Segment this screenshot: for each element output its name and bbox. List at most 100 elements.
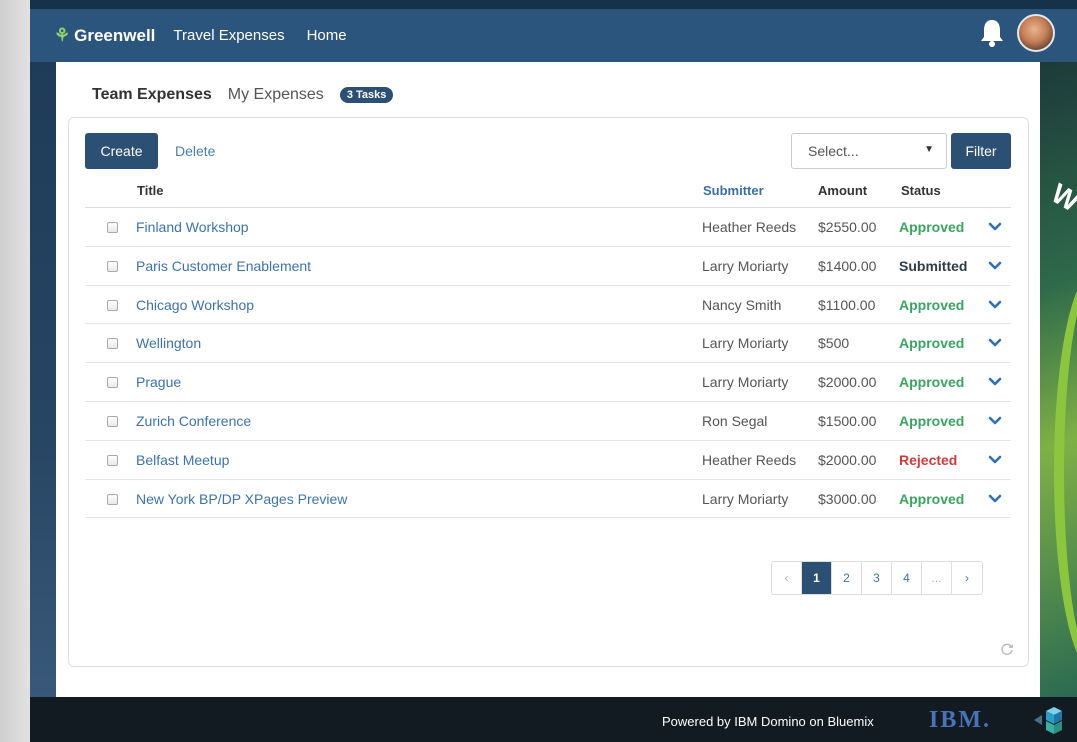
page-2[interactable]: 2	[832, 562, 862, 594]
row-amount: $1400.00	[818, 257, 877, 274]
row-submitter: Larry Moriarty	[702, 257, 789, 274]
row-submitter: Larry Moriarty	[702, 374, 789, 391]
status-badge: Approved	[899, 296, 965, 313]
page-4[interactable]: 4	[892, 562, 922, 594]
table-row[interactable]: Wellington Larry Moriarty $500 Approved	[85, 324, 1011, 364]
app-window: W ⚘ Greenwell Travel Expenses Home Team …	[30, 0, 1077, 742]
row-title-link[interactable]: New York BP/DP XPages Preview	[136, 491, 347, 507]
chevron-down-icon[interactable]	[988, 259, 1002, 273]
row-checkbox[interactable]	[107, 338, 118, 350]
filter-button[interactable]: Filter	[951, 133, 1011, 169]
row-submitter: Heather Reeds	[702, 451, 797, 468]
row-title-link[interactable]: Chicago Workshop	[136, 297, 254, 313]
leaf-icon: ⚘	[54, 25, 71, 45]
background-right: W	[1040, 62, 1077, 697]
main-content: Team Expenses My Expenses 3 Tasks Create…	[56, 62, 1040, 697]
row-amount: $3000.00	[818, 490, 877, 507]
row-checkbox[interactable]	[107, 377, 118, 389]
status-badge: Approved	[899, 412, 965, 429]
row-title-link[interactable]: Finland Workshop	[136, 219, 249, 235]
status-badge: Rejected	[899, 451, 958, 468]
background-left	[30, 62, 56, 697]
row-title-link[interactable]: Prague	[136, 374, 181, 390]
row-amount: $2000.00	[818, 451, 877, 468]
create-button[interactable]: Create	[85, 133, 158, 169]
chevron-down-icon[interactable]	[988, 220, 1002, 234]
row-checkbox[interactable]	[107, 493, 118, 505]
tasks-badge[interactable]: 3 Tasks	[339, 87, 394, 103]
user-area	[979, 14, 1055, 52]
filter-select-value: Select...	[808, 143, 859, 159]
row-title-link[interactable]: Paris Customer Enablement	[136, 258, 311, 274]
tab-my-expenses[interactable]: My Expenses	[228, 86, 324, 104]
expense-tabs: Team Expenses My Expenses 3 Tasks	[92, 86, 394, 104]
row-title-link[interactable]: Belfast Meetup	[136, 452, 229, 468]
chevron-down-icon[interactable]	[988, 298, 1002, 312]
bell-icon[interactable]	[979, 18, 1005, 48]
row-amount: $2000.00	[818, 374, 877, 391]
brand-logo[interactable]: ⚘ Greenwell	[54, 25, 155, 46]
row-checkbox[interactable]	[107, 454, 118, 466]
background-decoration: W	[1046, 177, 1077, 218]
row-checkbox[interactable]	[107, 222, 118, 233]
row-amount: $1500.00	[818, 412, 877, 429]
brand-name: Greenwell	[74, 25, 156, 45]
row-title-link[interactable]: Zurich Conference	[136, 413, 251, 429]
column-status[interactable]: Status	[901, 183, 941, 198]
chevron-down-icon[interactable]	[988, 336, 1002, 350]
nav-travel-expenses[interactable]: Travel Expenses	[173, 27, 284, 44]
row-amount: $500	[818, 335, 850, 352]
row-submitter: Nancy Smith	[702, 296, 782, 313]
nav-home[interactable]: Home	[307, 27, 347, 44]
column-title[interactable]: Title	[137, 183, 164, 198]
column-submitter[interactable]: Submitter	[703, 183, 764, 198]
page-3[interactable]: 3	[862, 562, 892, 594]
top-navbar: ⚘ Greenwell Travel Expenses Home	[30, 9, 1077, 62]
ibm-logo: IBM.	[929, 707, 991, 733]
table-row[interactable]: Prague Larry Moriarty $2000.00 Approved	[85, 363, 1011, 402]
row-submitter: Larry Moriarty	[702, 335, 789, 352]
row-title-link[interactable]: Wellington	[136, 335, 201, 351]
table-row[interactable]: Finland Workshop Heather Reeds $2550.00 App…	[85, 208, 1011, 247]
row-amount: $2550.00	[818, 219, 877, 235]
avatar[interactable]	[1017, 14, 1055, 52]
powered-by-text: Powered by IBM Domino on Bluemix	[662, 714, 874, 729]
column-amount[interactable]: Amount	[818, 183, 867, 198]
footer: Powered by IBM Domino on Bluemix IBM.	[30, 697, 1077, 742]
row-amount: $1100.00	[818, 296, 876, 313]
pagination-prev[interactable]: ‹	[772, 562, 802, 594]
filter-select[interactable]: Select... ▼	[791, 133, 947, 169]
status-badge: Approved	[899, 374, 965, 391]
delete-button[interactable]: Delete	[175, 143, 215, 159]
pagination: ‹ 1 2 3 4 ... ›	[771, 561, 983, 595]
chevron-down-icon[interactable]	[988, 375, 1002, 389]
bluemix-cube-icon	[1034, 707, 1062, 734]
refresh-icon[interactable]	[1000, 642, 1014, 656]
tab-team-expenses[interactable]: Team Expenses	[92, 86, 212, 104]
chevron-down-icon[interactable]	[988, 492, 1002, 506]
status-badge: Approved	[899, 219, 965, 235]
table-row[interactable]: Belfast Meetup Heather Reeds $2000.00 Rejec…	[85, 441, 1011, 480]
chevron-down-icon[interactable]	[988, 453, 1002, 467]
screen-bezel	[0, 0, 30, 742]
row-checkbox[interactable]	[107, 299, 118, 311]
table-row[interactable]: Chicago Workshop Nancy Smith $1100.00 Appro…	[85, 286, 1011, 325]
pagination-next[interactable]: ›	[952, 562, 982, 594]
row-checkbox[interactable]	[107, 260, 118, 272]
table-row[interactable]: New York BP/DP XPages Preview Larry Moria…	[85, 480, 1011, 519]
background-decoration-ring	[1054, 272, 1077, 672]
status-badge: Submitted	[899, 257, 968, 274]
chevron-down-icon[interactable]	[988, 414, 1002, 428]
table-row[interactable]: Zurich Conference Ron Segal $1500.00 Approv…	[85, 402, 1011, 441]
page-1[interactable]: 1	[802, 562, 832, 594]
pagination-ellipsis: ...	[922, 562, 952, 594]
row-submitter: Heather Reeds	[702, 219, 797, 235]
row-submitter: Ron Segal	[702, 412, 768, 429]
status-badge: Approved	[899, 490, 965, 507]
table-row[interactable]: Paris Customer Enablement Larry Moriarty $…	[85, 247, 1011, 286]
row-checkbox[interactable]	[107, 415, 118, 427]
table-header: Title Submitter Amount Status	[85, 180, 1011, 208]
status-badge: Approved	[899, 335, 965, 352]
caret-down-icon: ▼	[924, 144, 934, 155]
expenses-card: Create Delete Select... ▼ Filter Title S…	[68, 117, 1029, 667]
